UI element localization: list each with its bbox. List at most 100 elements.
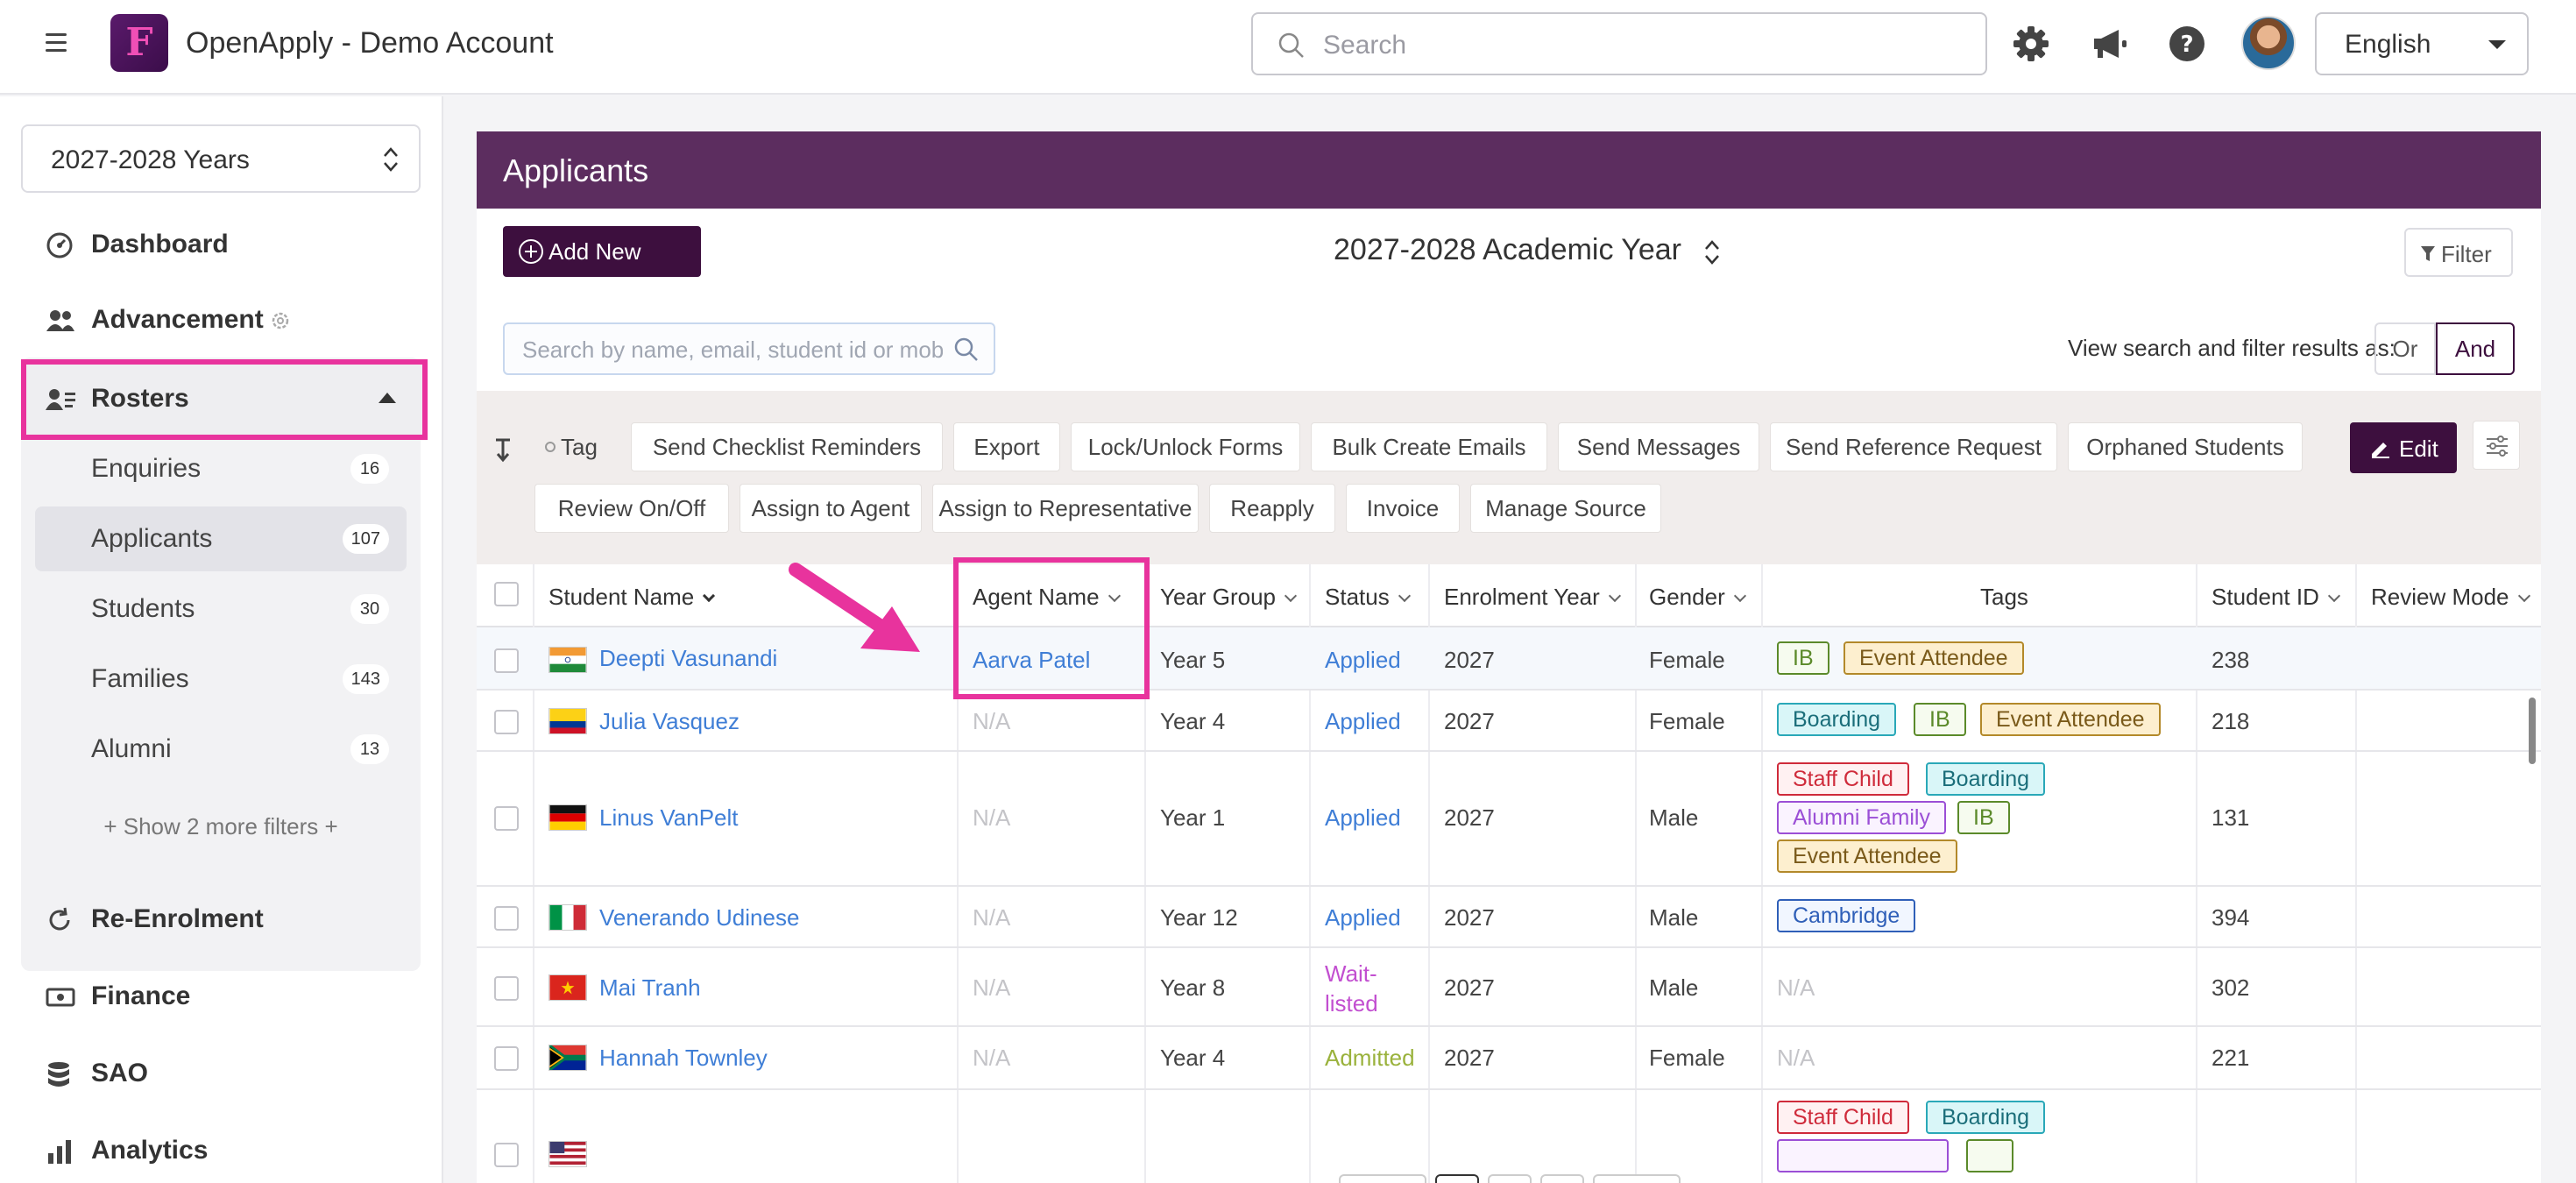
- student-name-link[interactable]: Venerando Udinese: [599, 904, 799, 932]
- column-settings-button[interactable]: [2473, 421, 2520, 470]
- caret-down-icon: [2488, 40, 2506, 49]
- sidebar-item-label: Students: [91, 594, 195, 623]
- app-logo[interactable]: F: [110, 14, 168, 72]
- megaphone-icon[interactable]: [2089, 23, 2131, 65]
- sidebar-item-enquiries[interactable]: Enquiries 16: [35, 436, 407, 501]
- column-header-status[interactable]: Status: [1325, 584, 1411, 611]
- bulk-create-emails-button[interactable]: Bulk Create Emails: [1311, 422, 1547, 471]
- filter-button[interactable]: Filter: [2404, 228, 2513, 277]
- column-header-year-group[interactable]: Year Group: [1160, 584, 1298, 611]
- row-checkbox[interactable]: [494, 710, 519, 734]
- search-icon: [954, 337, 978, 361]
- table-search[interactable]: [503, 322, 995, 375]
- student-name-link[interactable]: Linus VanPelt: [599, 804, 739, 832]
- toggle-and-button[interactable]: And: [2436, 322, 2515, 375]
- column-header-student-name[interactable]: Student Name: [548, 584, 716, 611]
- pagination-prev[interactable]: [1339, 1174, 1426, 1183]
- user-avatar[interactable]: [2241, 16, 2296, 70]
- enrolment-year: 2027: [1444, 1045, 1495, 1071]
- tag-badge: [1966, 1139, 2013, 1172]
- column-header-gender[interactable]: Gender: [1649, 584, 1746, 611]
- table-row[interactable]: Venerando Udinese N/A Year 12 Applied 20…: [477, 887, 2541, 948]
- orphaned-students-button[interactable]: Orphaned Students: [2068, 422, 2303, 471]
- table-row[interactable]: Mai Tranh N/A Year 8 Wait- listed 2027 M…: [477, 948, 2541, 1027]
- column-header-tags: Tags: [1980, 584, 2028, 610]
- nav-re-enrolment[interactable]: Re-Enrolment: [21, 887, 421, 952]
- lock-unlock-forms-button[interactable]: Lock/Unlock Forms: [1071, 422, 1300, 471]
- year-select[interactable]: 2027-2028 Years: [21, 124, 421, 193]
- table-search-input[interactable]: [522, 335, 943, 365]
- help-icon[interactable]: ?: [2166, 23, 2208, 65]
- reapply-button[interactable]: Reapply: [1209, 484, 1335, 533]
- tag-badge: Staff Child: [1777, 762, 1909, 796]
- sidebar-item-students[interactable]: Students 30: [35, 577, 407, 641]
- nav-label: Dashboard: [91, 230, 229, 259]
- row-checkbox[interactable]: [494, 976, 519, 1001]
- select-all-checkbox[interactable]: [494, 582, 519, 606]
- student-name-link[interactable]: Deepti Vasunandi: [599, 645, 777, 672]
- student-name-link[interactable]: Julia Vasquez: [599, 708, 740, 735]
- menu-icon[interactable]: [46, 33, 67, 52]
- assign-to-agent-button[interactable]: Assign to Agent: [740, 484, 922, 533]
- caret-up-icon[interactable]: [379, 393, 396, 403]
- student-name-link[interactable]: Hannah Townley: [599, 1045, 768, 1072]
- count-badge: 16: [350, 454, 389, 484]
- invoice-button[interactable]: Invoice: [1346, 484, 1460, 533]
- sidebar-item-label: Enquiries: [91, 454, 202, 483]
- row-checkbox[interactable]: [494, 1046, 519, 1071]
- table-row[interactable]: Staff Child Boarding: [477, 1090, 2541, 1183]
- row-checkbox[interactable]: [494, 648, 519, 673]
- pagination-page[interactable]: [1488, 1174, 1532, 1183]
- column-header-student-id[interactable]: Student ID: [2212, 584, 2340, 611]
- tag-badge: Staff Child: [1777, 1101, 1909, 1134]
- academic-year-selector[interactable]: 2027-2028 Academic Year: [1334, 233, 1719, 267]
- table-row[interactable]: Julia Vasquez N/A Year 4 Applied 2027 Fe…: [477, 691, 2541, 752]
- gear-icon[interactable]: [2010, 23, 2052, 65]
- pagination-next[interactable]: [1593, 1174, 1681, 1183]
- sidebar-item-alumni[interactable]: Alumni 13: [35, 717, 407, 782]
- tag-action[interactable]: Tag: [561, 422, 598, 471]
- edit-button[interactable]: Edit: [2350, 422, 2457, 473]
- send-messages-button[interactable]: Send Messages: [1558, 422, 1759, 471]
- column-header-enrolment-year[interactable]: Enrolment Year: [1444, 584, 1621, 611]
- sort-toggle-icon[interactable]: [494, 436, 524, 463]
- add-new-button[interactable]: Add New: [503, 226, 701, 277]
- table-scrollbar[interactable]: [2529, 698, 2536, 764]
- nav-rosters[interactable]: Rosters: [21, 366, 421, 431]
- toggle-or-button[interactable]: Or: [2374, 322, 2436, 375]
- nav-analytics[interactable]: Analytics: [21, 1118, 421, 1183]
- send-checklist-reminders-button[interactable]: Send Checklist Reminders: [631, 422, 943, 471]
- row-checkbox[interactable]: [494, 906, 519, 931]
- row-checkbox[interactable]: [494, 1143, 519, 1167]
- send-reference-request-button[interactable]: Send Reference Request: [1770, 422, 2057, 471]
- tag-badge: Boarding: [1926, 762, 2046, 796]
- student-name-link[interactable]: Mai Tranh: [599, 974, 701, 1002]
- table-row[interactable]: Linus VanPelt N/A Year 1 Applied 2027 Ma…: [477, 752, 2541, 887]
- row-checkbox[interactable]: [494, 806, 519, 831]
- global-search-input[interactable]: [1323, 28, 1954, 63]
- pagination-page[interactable]: [1540, 1174, 1584, 1183]
- nav-dashboard[interactable]: Dashboard: [21, 212, 421, 277]
- nav-finance[interactable]: Finance: [21, 964, 421, 1029]
- export-button[interactable]: Export: [953, 422, 1060, 471]
- bulk-action-bar: Tag Send Checklist Reminders Export Lock…: [477, 391, 2541, 564]
- nav-advancement[interactable]: Advancement: [21, 287, 421, 352]
- column-header-review-mode[interactable]: Review Mode: [2371, 584, 2530, 611]
- gear-icon[interactable]: [270, 310, 291, 331]
- assign-to-representative-button[interactable]: Assign to Representative: [932, 484, 1199, 533]
- sidebar-item-applicants[interactable]: Applicants 107: [35, 506, 407, 571]
- language-select[interactable]: English: [2315, 12, 2529, 75]
- global-search[interactable]: [1251, 12, 1987, 75]
- nav-sao[interactable]: SAO: [21, 1041, 421, 1106]
- review-on-off-button[interactable]: Review On/Off: [534, 484, 729, 533]
- chevron-down-icon: [1398, 589, 1411, 603]
- sidebar-item-families[interactable]: Families 143: [35, 647, 407, 712]
- up-down-chevron-icon: [1705, 240, 1719, 265]
- enrolment-year: 2027: [1444, 804, 1495, 831]
- pagination-page-current[interactable]: [1435, 1174, 1479, 1183]
- india-flag-icon: [548, 647, 587, 673]
- show-more-filters-link[interactable]: + Show 2 more filters +: [21, 813, 421, 840]
- colombia-flag-icon: [548, 708, 587, 734]
- table-row[interactable]: Hannah Townley N/A Year 4 Admitted 2027 …: [477, 1027, 2541, 1090]
- manage-source-button[interactable]: Manage Source: [1470, 484, 1661, 533]
